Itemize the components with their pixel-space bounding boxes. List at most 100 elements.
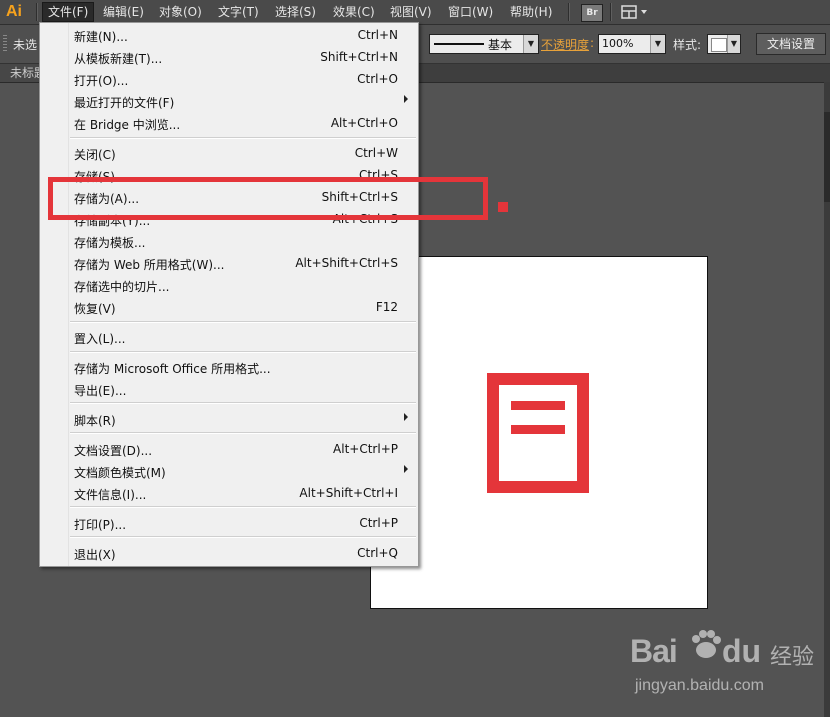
watermark-url: jingyan.baidu.com — [635, 677, 764, 694]
menu-item-label: 存储为模板... — [74, 236, 146, 250]
menu-item-shortcut: Ctrl+W — [354, 146, 398, 160]
submenu-arrow-icon — [404, 413, 408, 421]
menubar-item[interactable]: 编辑(E) — [98, 3, 149, 21]
menu-item-shortcut: Alt+Shift+Ctrl+I — [299, 486, 398, 500]
file-menu-item[interactable]: 最近打开的文件(F) — [68, 90, 418, 112]
document-icon — [487, 373, 589, 493]
menu-item-label: 从模板新建(T)... — [74, 52, 163, 66]
file-menu-item[interactable]: 置入(L)... — [68, 326, 418, 348]
menubar-item[interactable]: 选择(S) — [270, 3, 321, 21]
menubar-item[interactable]: 窗口(W) — [443, 3, 498, 21]
panel-grip-handle[interactable] — [3, 35, 7, 53]
file-menu-item[interactable]: 在 Bridge 中浏览... Alt+Ctrl+O — [68, 112, 418, 134]
menu-separator — [70, 506, 416, 508]
selection-status: 未选 — [13, 38, 38, 52]
opacity-input[interactable]: 100% ▼ — [598, 34, 666, 54]
menu-separator — [70, 351, 416, 353]
menu-divider — [36, 3, 38, 21]
menu-divider — [568, 3, 570, 21]
document-setup-button[interactable]: 文档设置 — [756, 33, 826, 55]
arrange-documents-icon — [621, 5, 647, 19]
menu-item-label: 退出(X) — [74, 548, 116, 562]
menu-separator — [70, 536, 416, 538]
file-menu-item[interactable]: 存储选中的切片... — [68, 274, 418, 296]
menu-item-label: 文档设置(D)... — [74, 444, 153, 458]
file-menu-item[interactable]: 新建(N)... Ctrl+N — [68, 24, 418, 46]
chevron-down-icon: ▼ — [523, 35, 538, 53]
stroke-profile-select[interactable]: 基本 ▼ — [429, 34, 539, 54]
file-menu-item[interactable]: 退出(X) Ctrl+Q — [68, 542, 418, 564]
highlight-marker-dot — [498, 202, 508, 212]
menu-separator — [70, 137, 416, 139]
menu-item-label: 文件信息(I)... — [74, 488, 147, 502]
menu-separator — [70, 402, 416, 404]
style-swatch — [711, 38, 727, 52]
menu-item-shortcut: F12 — [375, 300, 398, 314]
vertical-scrollbar[interactable] — [824, 82, 830, 717]
menu-item-label: 文档颜色模式(M) — [74, 466, 166, 480]
opacity-colon: : — [590, 36, 595, 50]
file-menu-item[interactable]: 存储为模板... — [68, 230, 418, 252]
menu-item-label: 关闭(C) — [74, 148, 116, 162]
menu-item-label: 恢复(V) — [74, 302, 116, 316]
paw-icon — [692, 630, 721, 658]
menu-item-shortcut: Alt+Ctrl+P — [333, 442, 398, 456]
file-menu-item[interactable]: 存储为 Web 所用格式(W)... Alt+Shift+Ctrl+S — [68, 252, 418, 274]
file-menu-item[interactable]: 存储为 Microsoft Office 所用格式... — [68, 356, 418, 378]
file-menu-item[interactable]: 关闭(C) Ctrl+W — [68, 142, 418, 164]
menu-item-shortcut: Ctrl+Q — [357, 546, 398, 560]
file-menu-item[interactable]: 从模板新建(T)... Shift+Ctrl+N — [68, 46, 418, 68]
watermark-brand-du: du — [722, 633, 762, 669]
save-as-highlight-box — [48, 177, 488, 220]
graphic-style-picker[interactable]: ▼ — [707, 34, 741, 54]
menubar-item[interactable]: 帮助(H) — [505, 3, 557, 21]
stroke-preview-line — [434, 43, 484, 45]
watermark-brand-jingyan: 经验 — [770, 645, 815, 670]
style-label: 样式: — [673, 38, 702, 52]
menu-item-shortcut: Ctrl+O — [357, 72, 398, 86]
menu-item-label: 存储选中的切片... — [74, 280, 170, 294]
artboard[interactable] — [370, 256, 708, 609]
submenu-arrow-icon — [404, 465, 408, 473]
file-menu-item[interactable]: 打印(P)... Ctrl+P — [68, 512, 418, 534]
stroke-profile-label: 基本 — [488, 38, 513, 52]
menubar-item[interactable]: 效果(C) — [328, 3, 380, 21]
opacity-link[interactable]: 不透明度 — [541, 36, 589, 53]
file-menu-dropdown: 新建(N)... Ctrl+N 从模板新建(T)... Shift+Ctrl+N 打开(… — [39, 22, 419, 567]
menu-divider — [610, 3, 612, 21]
bridge-button[interactable]: Br — [581, 4, 603, 22]
menu-item-label: 存储为 Web 所用格式(W)... — [74, 258, 225, 272]
menubar-item[interactable]: 视图(V) — [385, 3, 437, 21]
menu-item-shortcut: Alt+Shift+Ctrl+S — [295, 256, 398, 270]
menu-item-label: 打开(O)... — [74, 74, 129, 88]
file-menu-item[interactable]: 文档设置(D)... Alt+Ctrl+P — [68, 438, 418, 460]
menu-item-shortcut: Ctrl+P — [359, 516, 398, 530]
menu-item-label: 在 Bridge 中浏览... — [74, 118, 181, 132]
menu-item-shortcut: Shift+Ctrl+N — [320, 50, 398, 64]
menu-item-shortcut: Alt+Ctrl+O — [330, 116, 398, 130]
menu-separator — [70, 321, 416, 323]
arrange-documents-button[interactable] — [620, 3, 652, 21]
file-menu-item[interactable]: 打开(O)... Ctrl+O — [68, 68, 418, 90]
file-menu-item[interactable]: 恢复(V) F12 — [68, 296, 418, 318]
menu-item-label: 存储为 Microsoft Office 所用格式... — [74, 362, 271, 376]
menu-item-label: 导出(E)... — [74, 384, 127, 398]
menu-separator — [70, 432, 416, 434]
menubar-item[interactable]: 文字(T) — [213, 3, 264, 21]
file-menu-item[interactable]: 文档颜色模式(M) — [68, 460, 418, 482]
menu-item-shortcut: Ctrl+N — [357, 28, 398, 42]
scrollbar-thumb[interactable] — [824, 112, 830, 202]
menu-item-label: 打印(P)... — [74, 518, 127, 532]
file-menu-item[interactable]: 文件信息(I)... Alt+Shift+Ctrl+I — [68, 482, 418, 504]
file-menu-item[interactable]: 导出(E)... — [68, 378, 418, 400]
submenu-arrow-icon — [404, 95, 408, 103]
file-menu-item[interactable]: 脚本(R) — [68, 408, 418, 430]
menu-item-label: 新建(N)... — [74, 30, 128, 44]
menu-item-label: 置入(L)... — [74, 332, 126, 346]
menubar-item[interactable]: 对象(O) — [154, 3, 207, 21]
menu-icon-gutter — [40, 23, 69, 566]
menu-item-label: 最近打开的文件(F) — [74, 96, 175, 110]
menubar-item[interactable]: 文件(F) — [42, 2, 95, 22]
chevron-down-icon: ▼ — [727, 35, 740, 53]
watermark-brand-bai: Bai — [630, 633, 678, 669]
